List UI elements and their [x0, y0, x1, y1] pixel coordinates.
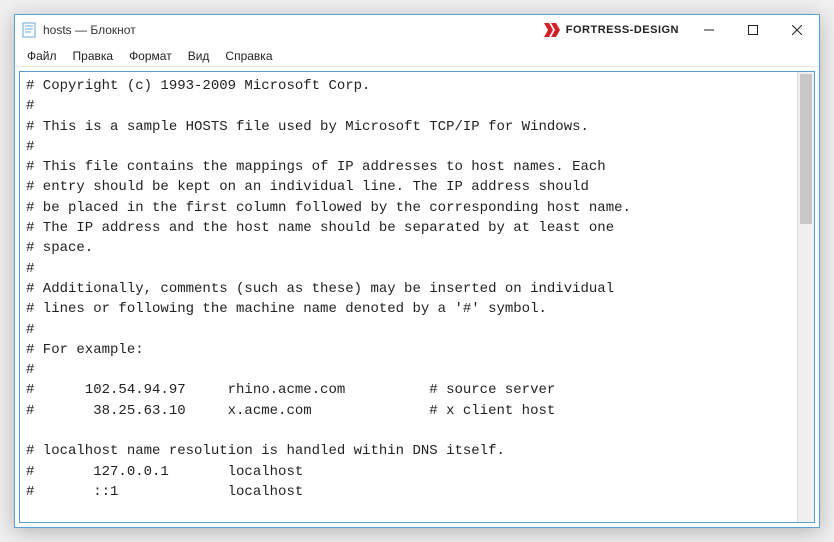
- notepad-window: hosts — Блокнот FORTRESS-DESIGN Файл Пра…: [14, 14, 820, 528]
- text-line: #: [26, 261, 34, 277]
- menu-view[interactable]: Вид: [180, 47, 218, 65]
- scrollbar-thumb[interactable]: [800, 74, 812, 224]
- text-line: # localhost name resolution is handled w…: [26, 443, 505, 459]
- text-line: # 38.25.63.10 x.acme.com # x client host: [26, 403, 555, 419]
- text-line: #: [26, 98, 34, 114]
- text-line: # For example:: [26, 342, 144, 358]
- editor-container: # Copyright (c) 1993-2009 Microsoft Corp…: [19, 71, 815, 523]
- maximize-button[interactable]: [731, 15, 775, 45]
- brand-text: FORTRESS-DESIGN: [566, 24, 679, 36]
- text-editor[interactable]: # Copyright (c) 1993-2009 Microsoft Corp…: [20, 72, 797, 522]
- text-line: # space.: [26, 240, 93, 256]
- menu-format[interactable]: Формат: [121, 47, 180, 65]
- text-line: # This file contains the mappings of IP …: [26, 159, 606, 175]
- text-line: #: [26, 362, 34, 378]
- text-line: #: [26, 322, 34, 338]
- menu-edit[interactable]: Правка: [65, 47, 122, 65]
- text-line: # 127.0.0.1 localhost: [26, 464, 303, 480]
- text-line: # Copyright (c) 1993-2009 Microsoft Corp…: [26, 78, 370, 94]
- text-line: # 102.54.94.97 rhino.acme.com # source s…: [26, 382, 555, 398]
- text-line: #: [26, 139, 34, 155]
- menu-help[interactable]: Справка: [217, 47, 280, 65]
- text-line: # lines or following the machine name de…: [26, 301, 547, 317]
- titlebar[interactable]: hosts — Блокнот FORTRESS-DESIGN: [15, 15, 819, 45]
- text-line: # entry should be kept on an individual …: [26, 179, 589, 195]
- close-button[interactable]: [775, 15, 819, 45]
- menubar: Файл Правка Формат Вид Справка: [15, 45, 819, 67]
- window-title: hosts — Блокнот: [43, 23, 136, 37]
- text-line: # ::1 localhost: [26, 484, 303, 500]
- text-line: # Additionally, comments (such as these)…: [26, 281, 614, 297]
- text-line: # The IP address and the host name shoul…: [26, 220, 614, 236]
- window-controls: [687, 15, 819, 45]
- vertical-scrollbar[interactable]: [797, 72, 814, 522]
- text-line: # This is a sample HOSTS file used by Mi…: [26, 119, 589, 135]
- notepad-icon: [21, 22, 37, 38]
- brand-logo: FORTRESS-DESIGN: [544, 23, 679, 37]
- text-line: # be placed in the first column followed…: [26, 200, 631, 216]
- menu-file[interactable]: Файл: [19, 47, 65, 65]
- minimize-button[interactable]: [687, 15, 731, 45]
